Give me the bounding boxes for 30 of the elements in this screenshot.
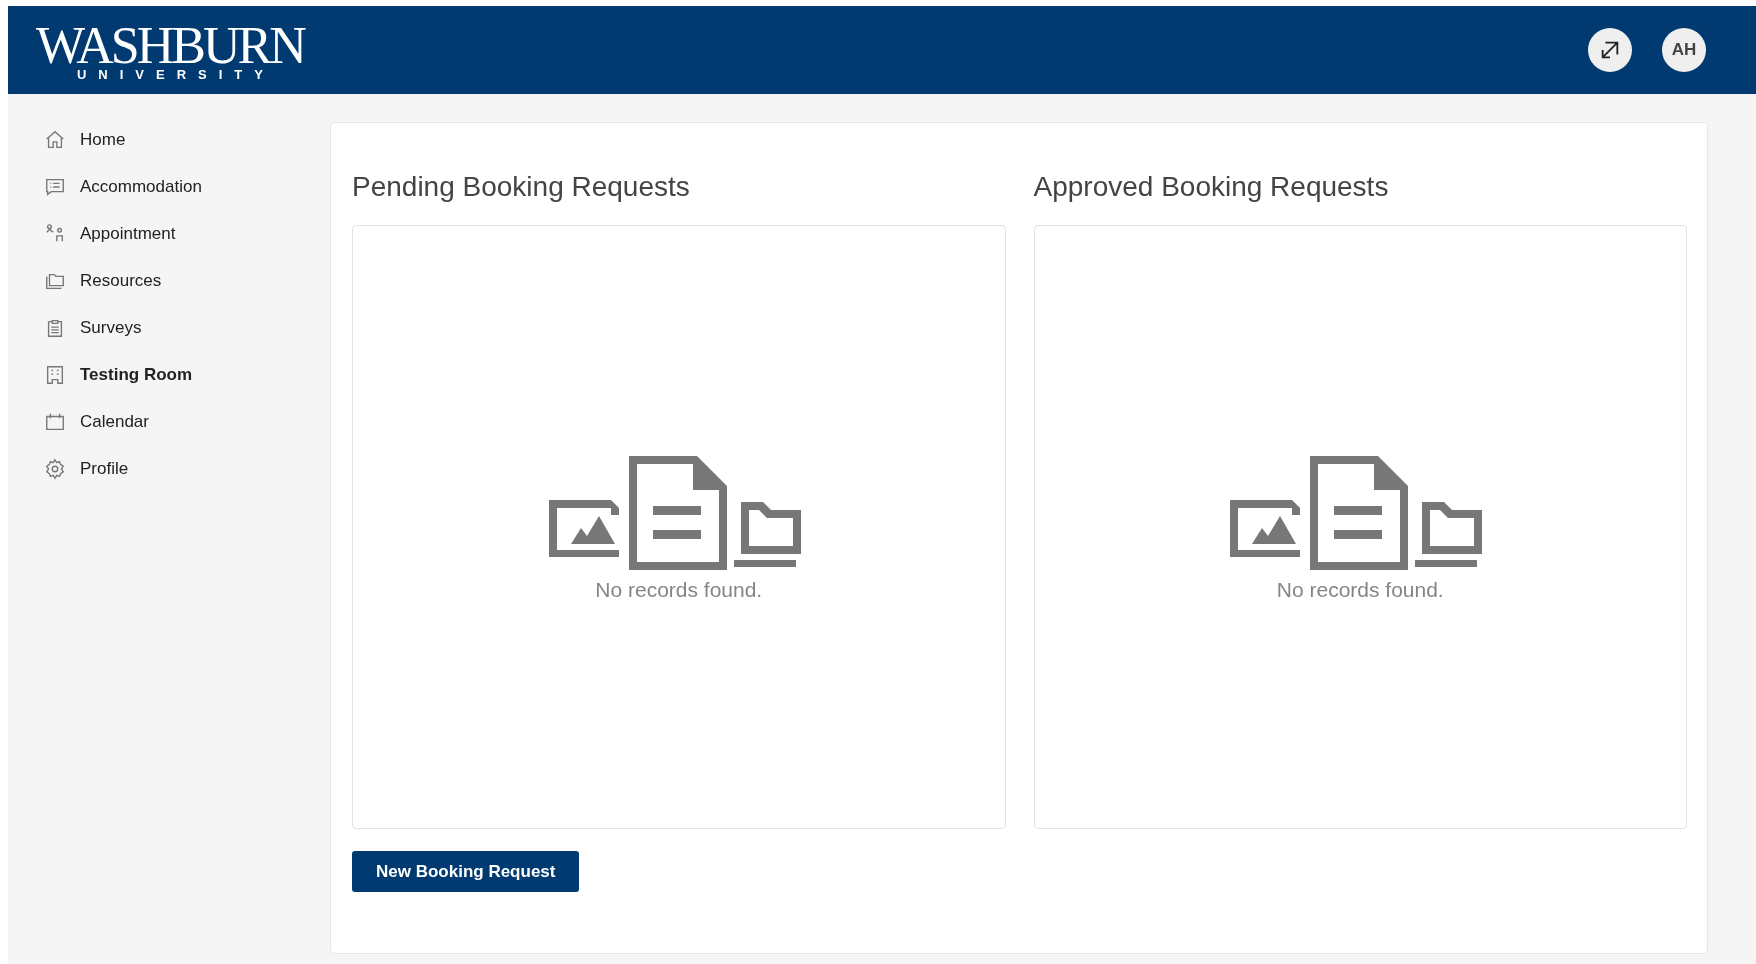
sidebar-item[interactable]: Resources (44, 269, 322, 293)
sidebar-item[interactable]: Testing Room (44, 363, 322, 387)
sidebar-label: Home (80, 130, 126, 150)
message-icon (44, 176, 66, 198)
user-avatar[interactable]: AH (1662, 28, 1706, 72)
sidebar-label: Calendar (80, 412, 149, 432)
sidebar-label: Surveys (80, 318, 142, 338)
sidebar-item[interactable]: Home (44, 128, 322, 152)
sidebar-item[interactable]: Accommodation (44, 175, 322, 199)
sidebar-label: Testing Room (80, 365, 193, 385)
calendar-icon (44, 411, 66, 433)
sidebar-item[interactable]: Profile (44, 457, 322, 481)
sidebar-label: Profile (80, 459, 129, 479)
empty-message: No records found. (595, 578, 763, 602)
sidebar-item[interactable]: Calendar (44, 410, 322, 434)
sidebar-item[interactable]: Appointment (44, 222, 322, 246)
settings-icon (44, 458, 66, 480)
expand-icon (1599, 39, 1621, 61)
sidebar-label: Accommodation (80, 177, 202, 197)
sidebar-item[interactable]: Surveys (44, 316, 322, 340)
panel-title: Pending Booking Requests (352, 171, 691, 203)
sidebar-label: Appointment (80, 224, 176, 244)
sidebar-label: Resources (80, 271, 162, 291)
building-icon (44, 364, 66, 386)
empty-message: No records found. (1276, 578, 1444, 602)
panel-title: Approved Booking Requests (1033, 171, 1390, 203)
university-logo[interactable]: WASHBURN UNIVERSITY (36, 19, 304, 81)
home-icon (44, 129, 66, 151)
new-booking-button[interactable]: New Booking Request (352, 851, 580, 892)
expand-button[interactable] (1588, 28, 1632, 72)
